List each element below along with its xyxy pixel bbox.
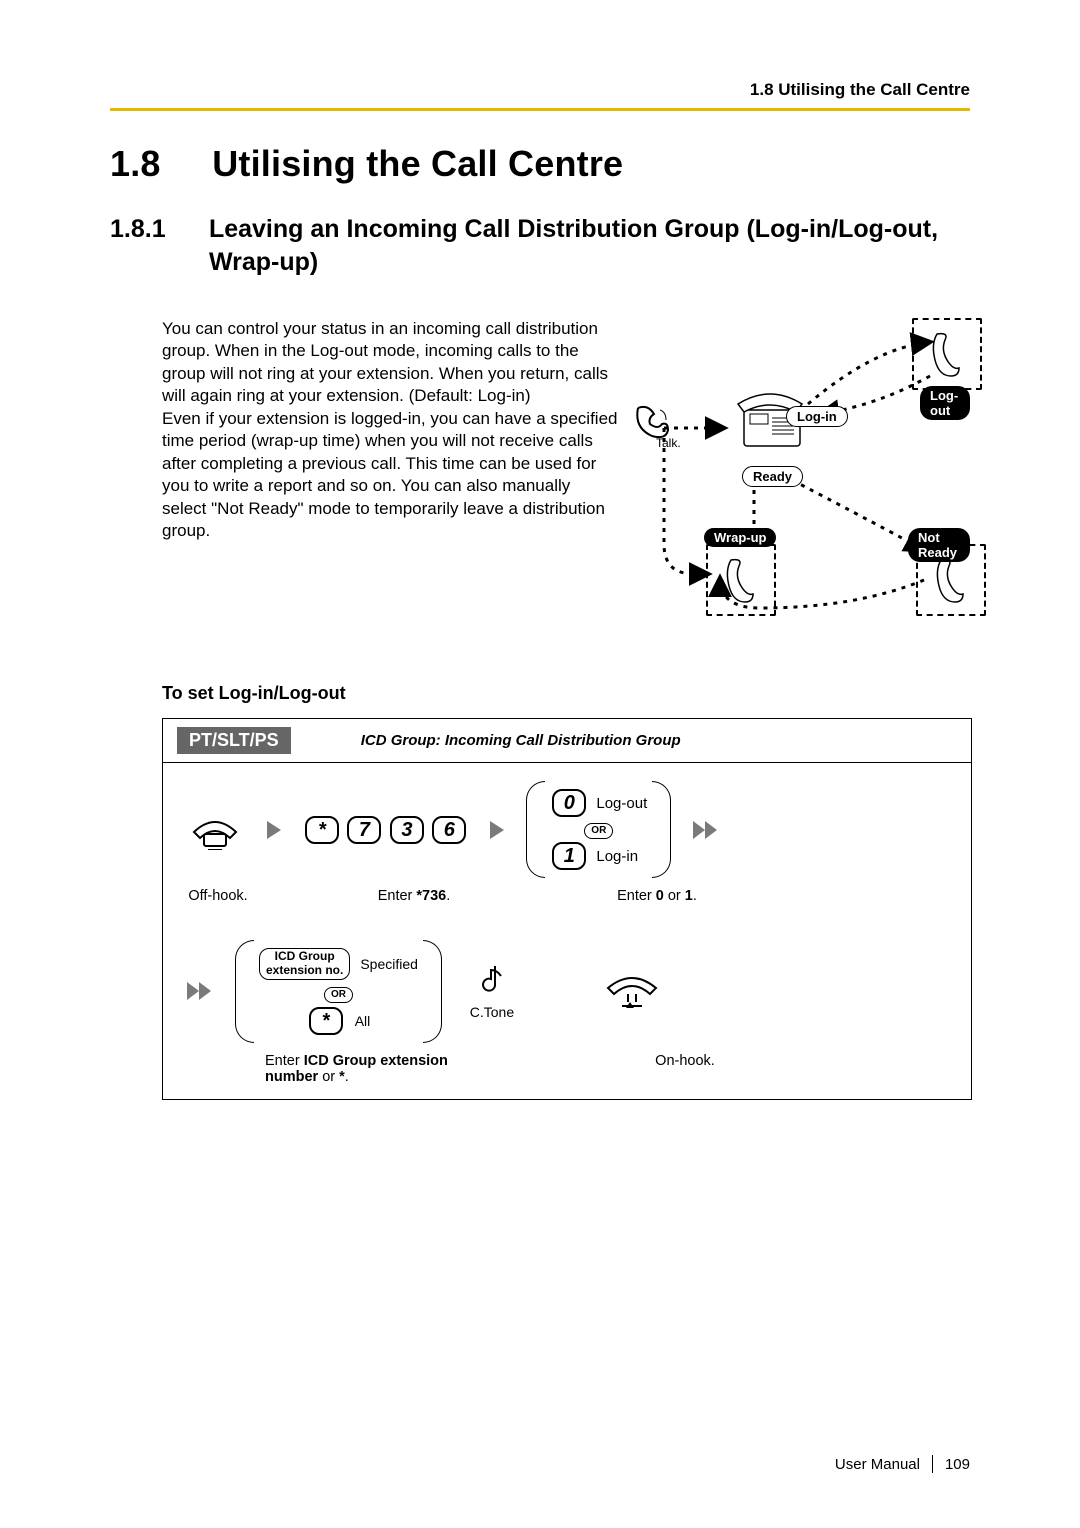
chapter-text: Utilising the Call Centre [212, 143, 623, 184]
double-arrow-icon [691, 819, 721, 841]
device-tag: PT/SLT/PS [177, 727, 291, 754]
keycap-star: * [305, 816, 339, 844]
box-wrapup [706, 544, 776, 616]
option-group: 0 Log-out OR 1 Log-in [526, 781, 671, 878]
handset-icon [929, 330, 967, 378]
label-talk: Talk. [656, 436, 681, 450]
caption-keys: Enter *736. [309, 888, 519, 904]
page-footer: User Manual 109 [835, 1455, 970, 1473]
label-login: Log-in [786, 406, 848, 427]
onhook-icon [604, 972, 660, 1010]
caption-icd: Enter ICD Group extension number or *. [235, 1053, 515, 1085]
label-ready: Ready [742, 466, 803, 487]
label-ctone: C.Tone [470, 1004, 514, 1020]
label-specified: Specified [360, 956, 418, 972]
procedure-box: PT/SLT/PS ICD Group: Incoming Call Distr… [162, 718, 972, 1100]
offhook-icon [190, 810, 240, 850]
header-rule [110, 108, 970, 111]
icd-group-choice: ICD Group extension no. Specified OR * A… [235, 940, 442, 1043]
keycap-6: 6 [432, 816, 466, 844]
running-head: 1.8 Utilising the Call Centre [110, 80, 970, 108]
section-number: 1.8.1 [110, 213, 202, 246]
or-label: OR [324, 987, 353, 1003]
note-icon [479, 962, 505, 996]
caption-onhook: On-hook. [625, 1053, 745, 1069]
double-arrow-icon [185, 980, 215, 1002]
arrow-icon [265, 819, 283, 841]
procedure-heading: To set Log-in/Log-out [162, 683, 970, 704]
or-label: OR [584, 823, 613, 839]
label-wrapup: Wrap-up [704, 528, 776, 547]
footer-page: 109 [945, 1456, 970, 1473]
box-logout [912, 318, 982, 390]
keycap-0: 0 [552, 789, 586, 817]
caption-option: Enter 0 or 1. [577, 888, 737, 904]
footer-separator [932, 1455, 933, 1473]
section-text: Leaving an Incoming Call Distribution Gr… [209, 213, 949, 278]
keycap-star: * [309, 1007, 343, 1035]
intro-paragraph: You can control your status in an incomi… [162, 318, 618, 628]
key-sequence: * 7 3 6 [303, 816, 468, 844]
handset-icon [933, 556, 971, 604]
chapter-number: 1.8 [110, 143, 202, 185]
label-logout: Log-out [920, 386, 970, 420]
caption-offhook: Off-hook. [185, 888, 251, 904]
label-logout-option: Log-out [596, 795, 647, 812]
keycap-3: 3 [390, 816, 424, 844]
footer-label: User Manual [835, 1456, 920, 1473]
icd-group-key: ICD Group extension no. [259, 948, 350, 980]
procedure-subtitle: ICD Group: Incoming Call Distribution Gr… [361, 732, 681, 749]
arrow-icon [488, 819, 506, 841]
label-login-option: Log-in [596, 848, 638, 865]
state-diagram: Talk. Log-in Log-out Ready Wrap-up [624, 318, 970, 628]
handset-icon [723, 556, 761, 604]
chapter-title: 1.8 Utilising the Call Centre [110, 143, 970, 185]
label-all: All [355, 1013, 371, 1029]
section-title: 1.8.1 Leaving an Incoming Call Distribut… [110, 213, 970, 278]
label-notready: Not Ready [908, 528, 970, 562]
keycap-1: 1 [552, 842, 586, 870]
keycap-7: 7 [347, 816, 381, 844]
